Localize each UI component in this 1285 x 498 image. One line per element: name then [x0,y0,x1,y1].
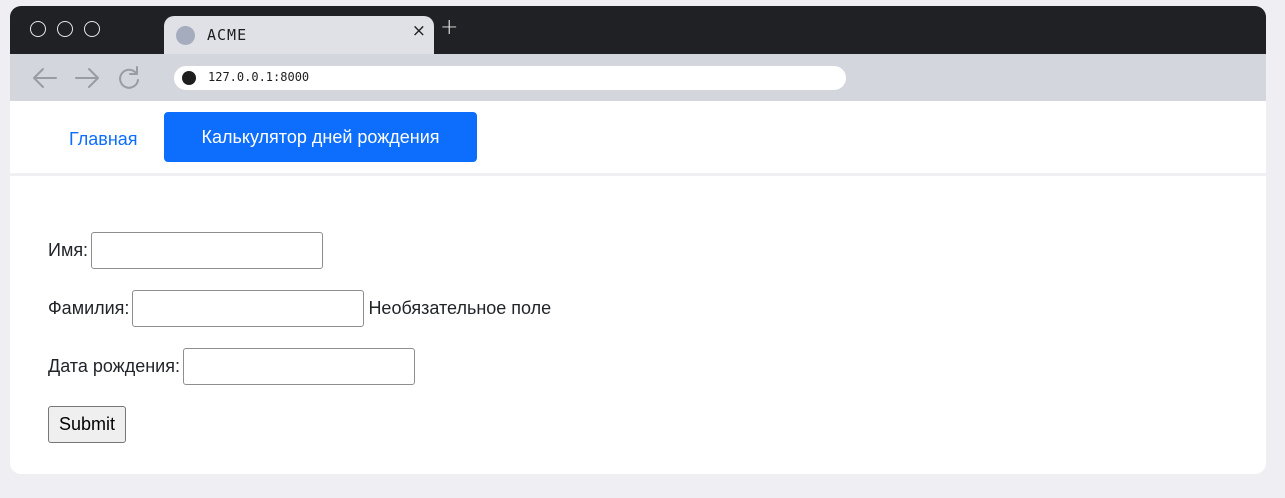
birth-date-label: Дата рождения: [48,356,180,376]
last-name-label: Фамилия: [48,298,130,318]
last-name-input[interactable] [132,290,365,327]
window-minimize-control[interactable] [57,21,73,37]
first-name-label: Имя: [48,240,89,260]
submit-button[interactable]: Submit [48,406,127,443]
birth-date-row: Дата рождения: [48,348,415,385]
first-name-row: Имя: [48,232,324,269]
address-bar[interactable]: 127.0.0.1:8000 [174,66,846,90]
tab-close-icon[interactable]: × [412,21,426,41]
tab-title: ACME [207,26,248,44]
site-navbar: Главная Калькулятор дней рождения [10,101,1266,176]
new-tab-icon[interactable]: + [440,15,458,40]
site-info-icon[interactable] [182,71,196,85]
browser-window: ACME × + 127.0.0.1:8000 Главная Калькуля… [10,6,1266,474]
tab-favicon-icon [176,26,195,45]
window-maximize-control[interactable] [84,21,100,37]
nav-link-home[interactable]: Главная [69,129,138,150]
birth-date-input[interactable] [182,348,415,385]
window-close-control[interactable] [30,21,46,37]
first-name-input[interactable] [91,232,324,269]
browser-titlebar: ACME × + [10,6,1266,54]
forward-arrow-icon[interactable] [72,64,102,92]
optional-field-hint: Необязательное поле [368,298,552,318]
browser-toolbar: 127.0.0.1:8000 [10,54,1266,101]
address-bar-url: 127.0.0.1:8000 [208,70,310,84]
nav-item-birthday-calculator[interactable]: Калькулятор дней рождения [164,112,477,162]
back-arrow-icon[interactable] [30,64,60,92]
reload-icon[interactable] [114,64,144,92]
last-name-row: Фамилия: Необязательное поле [48,290,551,327]
browser-tab[interactable]: ACME × [164,16,434,54]
